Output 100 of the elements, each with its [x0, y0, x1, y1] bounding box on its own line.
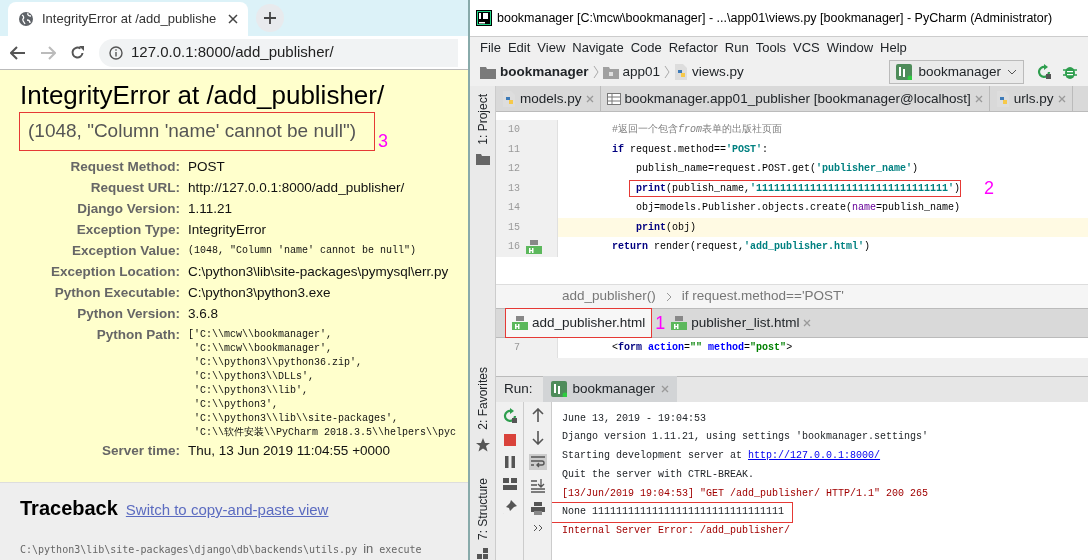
chevron-icon [664, 65, 671, 79]
address-field[interactable]: 127.0.0.1:8000/add_publisher/ [99, 38, 458, 67]
field-value: POST [188, 157, 225, 176]
field-value: 1.11.21 [188, 199, 233, 218]
html-file-icon [526, 239, 542, 254]
rerun-icon[interactable] [501, 407, 518, 424]
print-icon[interactable] [530, 501, 545, 515]
field-label: Exception Value: [70, 241, 181, 260]
code-line: obj=models.Publisher.objects.create(name=publish_name) [635, 201, 961, 216]
error-title: IntegrityError at /add_publisher/ [20, 80, 386, 112]
menu-item[interactable]: Run [724, 37, 754, 58]
field-label: Python Path: [95, 325, 181, 344]
code-line: <form action="" method="post"> [611, 341, 793, 356]
folder-icon [480, 65, 496, 79]
line-number: 12 [507, 162, 520, 177]
code-line: return render(request,'add_publisher.html') [611, 240, 871, 255]
traceback-frame: C:\python3\lib\site-packages\django\db\backends\utils.py in execute [20, 539, 468, 559]
field-label: Django Version: [76, 199, 181, 218]
field-value: IntegrityError [188, 220, 267, 239]
app-logo-icon [476, 10, 492, 26]
line-number: 16 [507, 240, 520, 255]
menu-item[interactable]: View [537, 37, 571, 58]
reload-icon[interactable] [70, 45, 85, 60]
stop-icon[interactable] [503, 433, 516, 446]
down-arrow-icon[interactable] [531, 430, 544, 445]
code-line: print(obj) [635, 220, 697, 235]
code-line: if request.method=='POST': [611, 142, 769, 157]
back-icon[interactable] [10, 45, 26, 60]
menu-item[interactable]: Tools [755, 37, 792, 58]
menu-item[interactable]: Refactor [668, 37, 723, 58]
menu-item[interactable]: Code [630, 37, 667, 58]
field-label: Request Method: [69, 157, 181, 176]
console-line: None 11111111111111111111111111111111 [552, 503, 793, 523]
close-icon[interactable] [228, 14, 238, 24]
section-heading: Traceback [20, 496, 118, 521]
more-icon[interactable] [532, 523, 543, 532]
tool-window-tab[interactable]: 2: Favorites [473, 367, 492, 431]
pause-icon[interactable] [504, 455, 515, 468]
menu-item[interactable]: VCS [793, 37, 825, 58]
menu-item[interactable]: Edit [507, 37, 536, 58]
path-entry: 'C:\\python3\\DLLs', [193, 369, 316, 384]
breadcrumb-item[interactable]: app01 [602, 61, 661, 83]
run-tab[interactable]: bookmanager [542, 376, 678, 402]
switch-view-link[interactable]: Switch to copy-and-paste view [125, 499, 329, 522]
console-link[interactable]: http://127.0.0.1:8000/ [748, 450, 881, 462]
tool-window-tab[interactable]: 7: Structure [473, 477, 492, 540]
field-value: Thu, 13 Jun 2019 11:04:55 +0000 [188, 441, 391, 460]
error-message: (1048, "Column 'name' cannot be null") [20, 113, 375, 150]
structure-icon [476, 548, 489, 560]
html-file-icon [671, 316, 688, 330]
menu-item[interactable]: File [480, 37, 506, 58]
browser-tab[interactable]: IntegrityError at /add_publishe [8, 2, 248, 36]
plus-icon [264, 12, 276, 24]
breadcrumb-item[interactable]: add_publisher() [562, 286, 656, 307]
path-entry: 'C:\\python3\\lib\\site-packages', [193, 411, 400, 426]
menu-item[interactable]: Help [880, 37, 912, 58]
line-number: 15 [507, 220, 520, 235]
breadcrumb-item[interactable]: bookmanager [480, 61, 589, 83]
run-config-dropdown[interactable]: bookmanager [889, 59, 1024, 85]
line-number: 14 [507, 201, 520, 216]
wrap-icon[interactable] [528, 453, 547, 470]
table-icon [606, 93, 621, 105]
path-entry: 'C:\\python3\\python36.zip', [193, 355, 364, 370]
scroll-to-end-icon[interactable] [530, 478, 545, 493]
breadcrumb-item[interactable]: if request.method=='POST' [681, 286, 844, 307]
panel-label: Run: [504, 379, 533, 398]
field-value: (1048, "Column 'name' cannot be null") [188, 243, 417, 258]
field-value: C:\python3\lib\site-packages\pymysql\err.py [188, 262, 449, 281]
console-line: Starting development server at http://127.0.0.1:8000/ [561, 449, 881, 464]
folder-icon [602, 65, 619, 79]
editor-tab[interactable]: publisher_list.html [665, 309, 818, 337]
chevron-icon [592, 65, 599, 79]
menu-item[interactable]: Window [826, 37, 879, 58]
up-arrow-icon[interactable] [531, 407, 544, 422]
html-file-icon [512, 316, 528, 330]
tool-window-tab[interactable]: 1: Project [473, 94, 492, 145]
breadcrumb-item[interactable]: views.py [674, 61, 744, 83]
console-line: Quit the server with CTRL-BREAK. [561, 467, 755, 482]
field-label: Python Executable: [53, 283, 181, 302]
editor-tab[interactable]: add_publisher.html [506, 309, 652, 337]
rerun-icon[interactable] [1036, 64, 1052, 80]
field-label: Python Version: [76, 304, 181, 323]
new-tab-button[interactable] [256, 4, 284, 32]
star-icon [475, 438, 490, 453]
django-icon [896, 64, 913, 80]
info-icon [109, 45, 123, 60]
layout-icon[interactable] [502, 477, 517, 490]
field-label: Server time: [100, 441, 181, 460]
field-value: C:\python3\python3.exe [188, 283, 331, 302]
field-label: Exception Location: [50, 262, 181, 281]
console-line: [13/Jun/2019 19:04:53] "GET /add_publisher/ HTTP/1.1" 200 265 [561, 486, 929, 501]
python-file-icon [674, 64, 689, 80]
path-entry: 'C:\\软件安装\\PyCharm 2018.3.5\\helpers\\pyc [193, 425, 457, 440]
django-icon [550, 381, 567, 397]
console-line: June 13, 2019 - 19:04:53 [561, 411, 707, 426]
code-line: #返回一个包含from表单的出版社页面 [611, 122, 783, 138]
bug-icon[interactable] [1062, 64, 1078, 80]
menu-item[interactable]: Navigate [572, 37, 629, 58]
annotation-number: 2 [984, 179, 995, 198]
path-entry: 'C:\\python3', [193, 397, 279, 412]
